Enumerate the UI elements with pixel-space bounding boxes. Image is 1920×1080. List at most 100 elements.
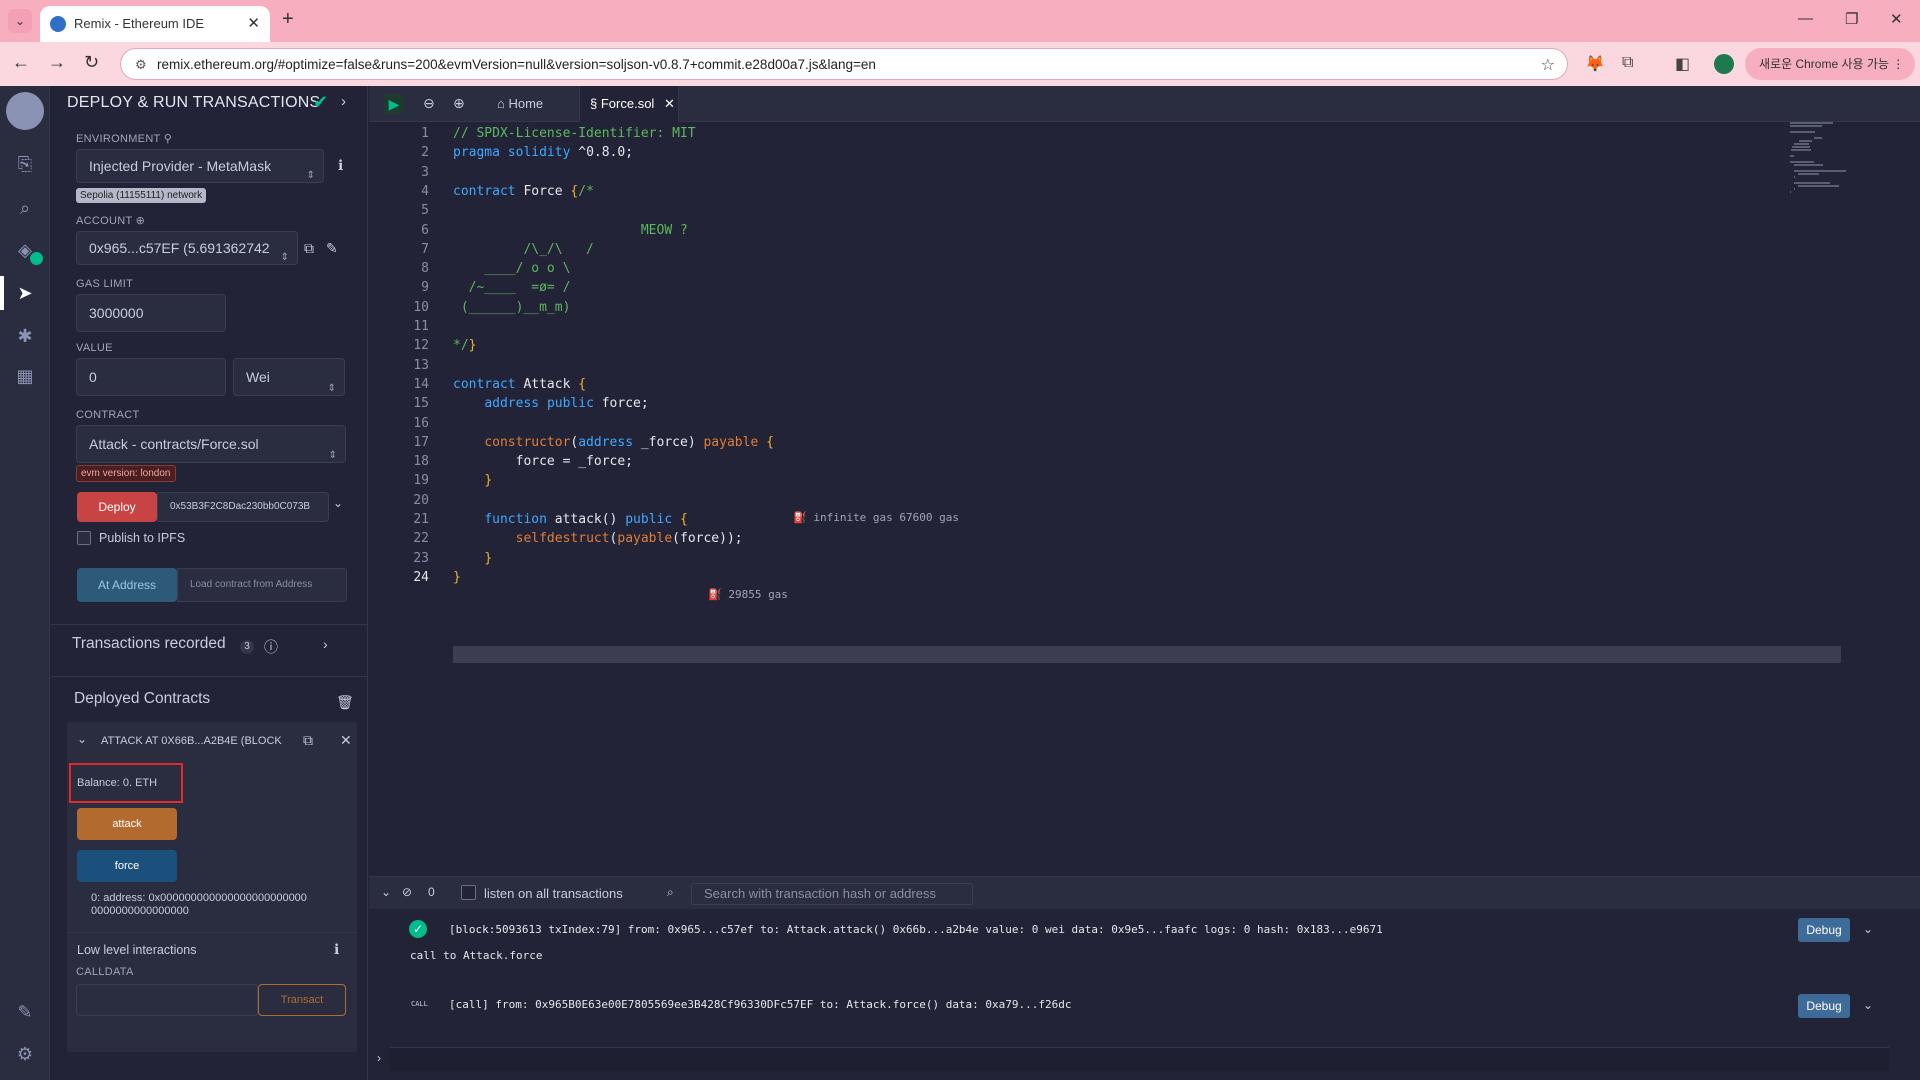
transact-button[interactable]: Transact <box>258 984 346 1016</box>
forward-icon[interactable]: → <box>48 52 66 73</box>
editor-minimap[interactable] <box>1790 122 1880 202</box>
listen-all-checkbox[interactable] <box>461 885 476 900</box>
transactions-count-badge: 3 <box>240 640 254 654</box>
debug-button[interactable]: Debug <box>1798 994 1850 1018</box>
site-info-icon[interactable]: ⚙ <box>135 57 147 73</box>
code-line[interactable]: } <box>453 551 492 566</box>
collapse-terminal-icon[interactable]: ⌄ <box>381 885 391 899</box>
line-number: 12 <box>413 338 429 354</box>
panel-chevron-right-icon[interactable]: › <box>341 93 346 110</box>
call-log-line[interactable]: [call] from: 0x965B0E63e00E7805569ee3B42… <box>449 998 1072 1011</box>
profile-avatar[interactable] <box>1714 54 1734 74</box>
debugger-icon[interactable]: ✱ <box>13 324 37 348</box>
tab-home[interactable]: ⌂ Home <box>487 86 569 122</box>
chevron-down-icon[interactable]: ⌄ <box>333 496 343 510</box>
environment-select[interactable]: Injected Provider - MetaMask ⇕ <box>76 149 324 183</box>
terminal-input[interactable] <box>389 1047 1889 1071</box>
chrome-update-button[interactable]: 새로운 Chrome 사용 가능 ⋮ <box>1745 48 1915 80</box>
extensions-puzzle-icon[interactable]: ⧉ <box>1622 54 1633 72</box>
transactions-chevron-right-icon[interactable]: › <box>323 636 328 652</box>
value-unit-select[interactable]: Wei ⇕ <box>233 358 345 396</box>
file-explorer-icon[interactable]: ⎘ <box>13 152 37 176</box>
debug-button[interactable]: Debug <box>1798 918 1850 942</box>
code-line[interactable]: } <box>453 570 461 585</box>
deploy-button[interactable]: Deploy <box>77 492 157 522</box>
new-tab-icon[interactable]: + <box>282 8 294 31</box>
code-line[interactable]: contract Force {/* <box>453 184 594 199</box>
side-panel-icon[interactable]: ◧ <box>1675 54 1690 74</box>
code-line[interactable]: address public force; <box>453 396 648 411</box>
zoom-out-icon[interactable]: ⊖ <box>423 95 435 112</box>
code-editor[interactable]: 1 2 3 4 5 6 7 8 9 10 11 12 13 14 15 16 17 18 19 20 21 22 23 24 … <box>369 122 1920 962</box>
load-contract-input[interactable]: Load contract from Address <box>177 568 347 602</box>
gas-pump-icon: ⛽ <box>708 588 722 601</box>
browser-tab-remix[interactable]: Remix - Ethereum IDE ✕ <box>40 6 270 42</box>
tx-log-line[interactable]: [block:5093613 txIndex:79] from: 0x965..… <box>449 923 1383 936</box>
edit-icon[interactable]: ✎ <box>326 240 338 257</box>
code-line[interactable]: // SPDX-License-Identifier: MIT <box>453 126 696 141</box>
minimize-icon[interactable]: — <box>1798 10 1813 27</box>
remove-instance-icon[interactable]: ✕ <box>340 732 352 749</box>
info-circle-icon[interactable]: ⓘ <box>264 637 278 657</box>
settings-gear-icon[interactable]: ⚙ <box>13 1042 37 1066</box>
icon-panel: ⎘ ⌕ ◈ ➤ ✱ ▦ ✎ ⚙ <box>0 86 50 1080</box>
call-expand-chevron-icon[interactable]: ⌄ <box>1863 998 1873 1012</box>
back-icon[interactable]: ← <box>12 52 30 73</box>
run-script-icon[interactable]: ▶ <box>384 94 404 114</box>
restore-icon[interactable]: ❐ <box>1845 10 1858 28</box>
code-line[interactable]: ____/ o o \ <box>453 261 570 276</box>
contract-select[interactable]: Attack - contracts/Force.sol ⇕ <box>76 425 346 463</box>
code-line[interactable]: selfdestruct(payable(force)); <box>453 531 743 546</box>
close-file-tab-icon[interactable]: ✕ <box>664 96 675 111</box>
reload-icon[interactable]: ↻ <box>84 52 99 73</box>
close-tab-icon[interactable]: ✕ <box>247 14 260 32</box>
instance-chevron-down-icon[interactable]: ⌄ <box>77 732 87 746</box>
plugin-settings-icon[interactable]: ✎ <box>13 1000 37 1024</box>
publish-ipfs-checkbox[interactable] <box>77 531 91 545</box>
info-icon[interactable]: ℹ <box>338 157 343 174</box>
plus-circle-icon[interactable]: ⊕ <box>136 215 146 227</box>
tx-expand-chevron-icon[interactable]: ⌄ <box>1863 922 1873 936</box>
bookmark-star-icon[interactable]: ☆ <box>1541 55 1555 75</box>
code-line[interactable]: MEOW ? <box>453 223 688 238</box>
low-level-info-icon[interactable]: ℹ <box>334 941 339 958</box>
code-line[interactable]: function attack() public { <box>453 512 688 527</box>
code-line[interactable]: (______)__m_m) <box>453 300 571 315</box>
trash-icon[interactable]: 🗑 <box>336 694 354 711</box>
attack-function-button[interactable]: attack <box>77 808 177 840</box>
attack-gas-hint: ⛽ 29855 gas <box>708 588 788 601</box>
calldata-input[interactable] <box>76 984 258 1016</box>
code-line[interactable]: pragma solidity ^0.8.0; <box>453 145 633 160</box>
deploy-run-icon[interactable]: ➤ <box>13 281 37 305</box>
plugin-manager-icon[interactable]: ▦ <box>13 364 37 388</box>
tab-force-sol[interactable]: § Force.sol ✕ <box>579 86 679 122</box>
copy-icon[interactable]: ⧉ <box>304 240 314 257</box>
zoom-in-icon[interactable]: ⊕ <box>453 95 465 112</box>
clear-terminal-icon[interactable]: ⊘ <box>402 885 412 899</box>
code-line[interactable]: constructor(address _force) payable { <box>453 435 774 450</box>
code-line[interactable]: contract Attack { <box>453 377 586 392</box>
code-line[interactable]: /~____ =ø= / <box>453 280 571 295</box>
address-bar[interactable]: ⚙ remix.ethereum.org/#optimize=false&run… <box>120 48 1568 80</box>
remix-logo-icon[interactable] <box>6 92 44 130</box>
metamask-extension-icon[interactable]: 🦊 <box>1585 54 1605 74</box>
search-icon[interactable]: ⌕ <box>13 196 37 220</box>
at-address-button[interactable]: At Address <box>77 568 177 602</box>
window-close-icon[interactable]: ✕ <box>1890 10 1903 28</box>
solidity-file-icon: § <box>590 96 598 111</box>
force-function-button[interactable]: force <box>77 850 177 882</box>
value-input[interactable]: 0 <box>76 358 226 396</box>
account-select[interactable]: 0x965...c57EF (5.691362742 ⇕ <box>76 231 298 265</box>
code-line[interactable]: force = _force; <box>453 454 633 469</box>
copy-address-icon[interactable]: ⧉ <box>303 732 313 749</box>
tab-search-icon[interactable]: ⌄ <box>8 9 32 33</box>
url-text[interactable]: remix.ethereum.org/#optimize=false&runs=… <box>157 57 876 72</box>
code-line[interactable]: /\_/\ / <box>453 242 593 257</box>
line-number: 11 <box>413 319 429 334</box>
code-line[interactable]: */} <box>453 338 476 353</box>
code-line[interactable]: } <box>453 473 492 488</box>
tx-log-subline: call to Attack.force <box>410 949 543 962</box>
gas-limit-input[interactable]: 3000000 <box>76 294 226 332</box>
deploy-args-input[interactable]: 0x53B3F2C8Dac230bb0C073B <box>157 492 329 522</box>
terminal-search-input[interactable]: Search with transaction hash or address <box>691 883 973 905</box>
